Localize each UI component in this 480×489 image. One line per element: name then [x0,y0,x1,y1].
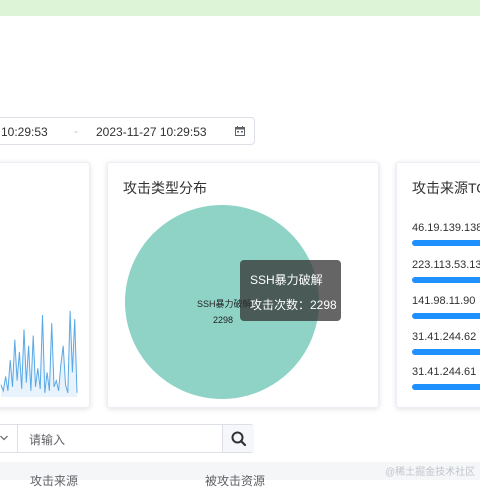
pie-slice-value: 2298 [213,315,234,325]
range-separator: - [74,124,78,138]
source-ip-2: 223.113.53.13 [412,259,480,271]
source-ip-3: 141.98.11.90 [412,295,476,307]
source-bar-3 [412,313,480,319]
range-end-value[interactable]: 2023-11-27 10:29:53 [96,125,207,139]
trend-line-chart [0,310,78,397]
trend-line [0,310,78,394]
search-input[interactable] [27,429,221,450]
pie-tooltip: SSH暴力破解 攻击次数：2298 [240,260,341,321]
source-bar-4 [412,349,480,355]
range-start-value[interactable]: 10:29:53 [1,125,48,139]
chevron-down-icon[interactable] [0,434,8,442]
watermark: @稀土掘金技术社区 [385,467,476,478]
source-bar-1 [412,240,480,246]
source-ip-4: 31.41.244.62 [412,331,477,343]
attack-source-title: 攻击来源TO [412,180,480,196]
table-col-attack-source: 攻击来源 [30,474,79,488]
source-bar-2 [412,277,480,283]
calendar-icon[interactable] [235,126,245,136]
search-bar [0,424,254,453]
tooltip-name: SSH暴力破解 [250,273,323,287]
source-ip-1: 46.19.139.138 [412,222,480,234]
table-col-target-resource: 被攻击资源 [205,474,266,488]
select-divider [17,425,18,452]
source-bar-5 [412,384,480,390]
date-range-picker[interactable]: 10:29:53 - 2023-11-27 10:29:53 [0,117,255,145]
search-button[interactable] [222,425,254,452]
source-ip-5: 31.41.244.61 [412,366,477,378]
attack-trend-card [0,162,90,408]
tooltip-count: 攻击次数：2298 [250,298,337,312]
top-banner [0,0,480,16]
search-icon [231,431,247,447]
attack-source-card: 攻击来源TO 46.19.139.138 223.113.53.13 141.9… [396,162,480,408]
